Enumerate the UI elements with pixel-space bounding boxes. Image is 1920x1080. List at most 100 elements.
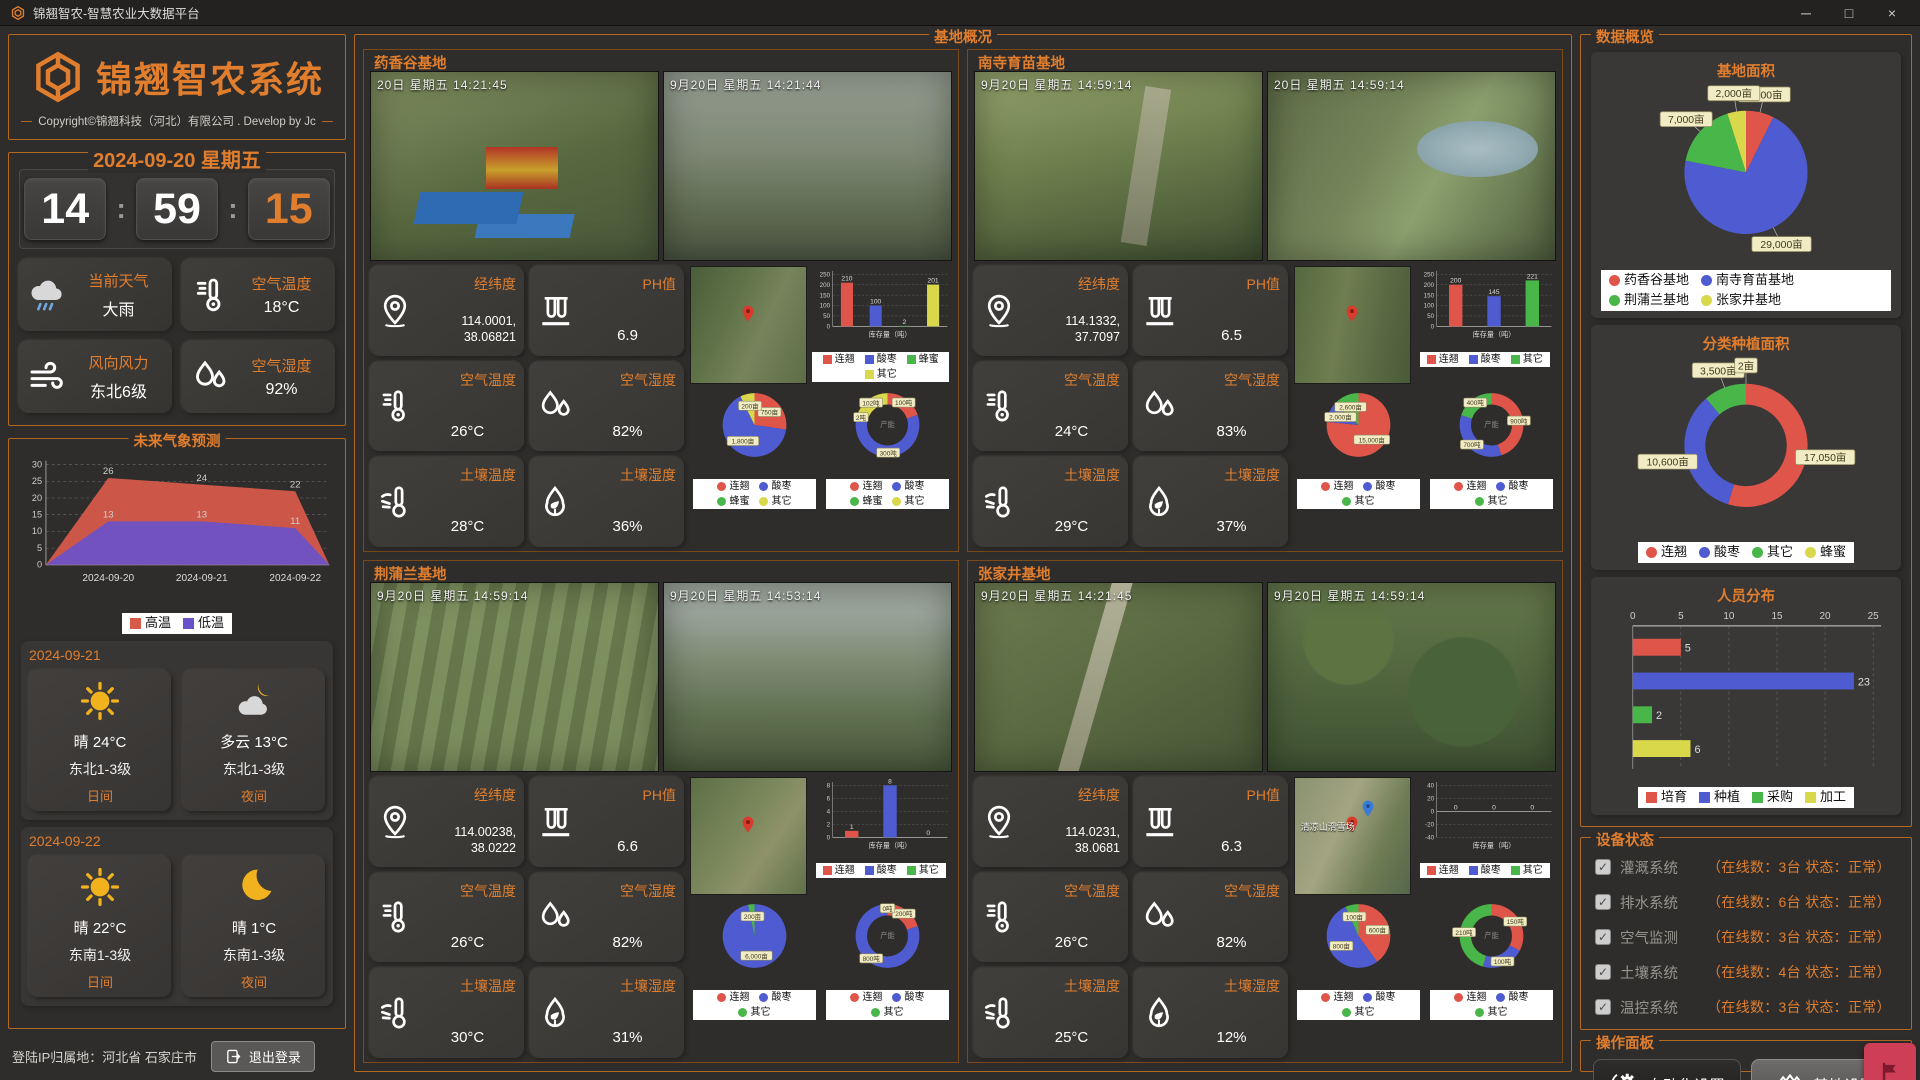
svg-text:2亩: 2亩 — [1738, 359, 1754, 372]
device-checkbox[interactable]: ✓ — [1595, 859, 1611, 875]
sensor-label: PH值 — [579, 785, 676, 805]
chart-legend: 连翘酸枣蜂蜜其它 — [826, 479, 950, 509]
svg-text:100: 100 — [1423, 303, 1434, 310]
sensor-value: 114.00238, 38.0222 — [419, 825, 516, 856]
video-feed[interactable]: 9月20日 星期五 14:59:14 — [974, 71, 1263, 261]
device-checkbox[interactable]: ✓ — [1595, 929, 1611, 945]
sensor-card: 空气湿度 82% — [1134, 873, 1288, 963]
sensor-card: PH值 6.6 — [530, 777, 684, 867]
svg-text:产能: 产能 — [880, 931, 894, 940]
title-bar: 锦翘智农-智慧农业大数据平台 ─ □ × — [0, 0, 1920, 26]
svg-text:0: 0 — [1530, 804, 1534, 811]
forecast-card: 晴 1°C 东南1-3级 夜间 — [183, 856, 325, 997]
svg-text:15: 15 — [32, 510, 42, 520]
video-feed[interactable]: 20日 星期五 14:21:45 — [370, 71, 659, 261]
clock-separator: : — [228, 193, 237, 225]
base-overview-title: 基地概况 — [929, 26, 997, 47]
svg-text:750亩: 750亩 — [761, 408, 779, 417]
device-name: 土壤系统 — [1620, 962, 1698, 983]
device-row: ✓ 灌溉系统 （在线数：3台 状态：正常） — [1589, 850, 1903, 885]
video-feed[interactable]: 9月20日 星期五 14:21:44 — [663, 71, 952, 261]
soil-moisture-icon — [536, 994, 574, 1032]
date-header: 2024-09-20 星期五 — [88, 144, 266, 173]
automation-settings-button[interactable]: 自动化设置 — [1593, 1059, 1741, 1080]
sensor-label: 土壤温度 — [1023, 976, 1120, 996]
logout-button[interactable]: 退出登录 — [211, 1041, 315, 1072]
weather-label: 当前天气 — [73, 270, 164, 291]
video-feed[interactable]: 9月20日 星期五 14:53:14 — [663, 582, 952, 772]
weather-tile: 空气温度 18°C — [182, 259, 335, 331]
weather-value: 18°C — [236, 299, 327, 317]
svg-text:800吨: 800吨 — [863, 954, 881, 963]
close-button[interactable]: × — [1874, 5, 1910, 21]
video-feed[interactable]: 20日 星期五 14:59:14 — [1267, 71, 1556, 261]
sensor-value: 26°C — [419, 423, 516, 442]
device-checkbox[interactable]: ✓ — [1595, 999, 1611, 1015]
logo-panel: 锦翘智农系统 Copyright©锦翘科技（河北）有限公司 . Develop … — [8, 34, 346, 140]
svg-text:0吨: 0吨 — [882, 904, 893, 913]
sensor-value: 24°C — [1023, 423, 1120, 442]
forecast-card: 晴 24°C 东北1-3级 日间 — [29, 670, 171, 811]
svg-text:6: 6 — [826, 795, 830, 802]
device-row: ✓ 空气监测 （在线数：3台 状态：正常） — [1589, 920, 1903, 955]
inventory-bar-chart: 050100150200250200145221库存量（吨）连翘酸枣其它 — [1414, 266, 1556, 384]
humidity-icon — [1140, 898, 1178, 936]
base-panel: 荆蒲兰基地 9月20日 星期五 14:59:14 9月20日 星期五 14:53… — [363, 560, 959, 1063]
satellite-map[interactable]: 清凉山滑雪场 — [1294, 777, 1411, 895]
device-row: ✓ 土壤系统 （在线数：4台 状态：正常） — [1589, 955, 1903, 990]
location-pin-icon — [980, 803, 1018, 841]
video-timestamp: 9月20日 星期五 14:59:14 — [1274, 587, 1425, 604]
brand-name: 锦翘智农系统 — [96, 51, 324, 103]
device-checkbox[interactable]: ✓ — [1595, 894, 1611, 910]
device-list: ✓ 灌溉系统 （在线数：3台 状态：正常） ✓ 排水系统 （在线数：6台 状态：… — [1589, 850, 1903, 1025]
sensor-value: 12% — [1183, 1029, 1280, 1048]
minimize-button[interactable]: ─ — [1788, 5, 1824, 21]
base-area-pie-chart: 3,000亩29,000亩7,000亩2,000亩药香谷基地南寺育苗基地荆蒲兰基… — [1597, 83, 1895, 311]
svg-text:-20: -20 — [1425, 821, 1435, 828]
sensor-card: PH值 6.3 — [1134, 777, 1288, 867]
svg-text:15,000亩: 15,000亩 — [1359, 435, 1386, 444]
device-name: 温控系统 — [1620, 997, 1698, 1018]
button-label: 自动化设置 — [1647, 1074, 1725, 1080]
sensor-card: 土壤温度 25°C — [974, 968, 1128, 1058]
satellite-map[interactable] — [1294, 266, 1411, 384]
sensor-value: 37% — [1183, 518, 1280, 537]
svg-text:1: 1 — [849, 824, 853, 831]
base-panel: 药香谷基地 20日 星期五 14:21:45 9月20日 星期五 14:21:4… — [363, 49, 959, 552]
sensor-value: 26°C — [1023, 934, 1120, 953]
planting-area-pie-chart: 6,000亩200亩连翘酸枣其它 — [690, 895, 819, 1058]
svg-text:2: 2 — [1656, 710, 1662, 722]
control-button-grid: 自动化设置 基地设置 用户设置 系统设置 — [1585, 1051, 1907, 1080]
video-feed[interactable]: 9月20日 星期五 14:21:45 — [974, 582, 1263, 772]
video-timestamp: 9月20日 星期五 14:59:14 — [377, 587, 528, 604]
sensor-card: 经纬度 114.0001, 38.06821 — [370, 266, 524, 356]
video-feed[interactable]: 9月20日 星期五 14:59:14 — [1267, 582, 1556, 772]
svg-text:-40: -40 — [1425, 834, 1435, 841]
soil-moisture-icon — [1140, 994, 1178, 1032]
automation-gears-icon — [1609, 1070, 1639, 1080]
satellite-map[interactable] — [690, 266, 807, 384]
air-thermometer-icon — [376, 387, 414, 425]
svg-text:29,000亩: 29,000亩 — [1760, 238, 1802, 251]
soil-thermometer-icon — [980, 994, 1018, 1032]
maximize-button[interactable]: □ — [1831, 5, 1867, 21]
sensor-label: 土壤温度 — [419, 465, 516, 485]
app-window: 锦翘智农-智慧农业大数据平台 ─ □ × 锦翘智农系统 Copyright©锦翘… — [0, 0, 1920, 1080]
video-feed[interactable]: 9月20日 星期五 14:59:14 — [370, 582, 659, 772]
satellite-map[interactable] — [690, 777, 807, 895]
weather-tile: 当前天气 大雨 — [19, 259, 172, 331]
device-checkbox[interactable]: ✓ — [1595, 964, 1611, 980]
plant-area-donut-chart: 17,050亩10,600亩3,500亩2亩连翘酸枣其它蜂蜜 — [1597, 356, 1895, 564]
inventory-bar-chart: 0501001502002502101002201库存量（吨）连翘酸枣蜂蜜其它 — [810, 266, 952, 384]
forecast-wind: 东南1-3级 — [187, 945, 321, 965]
flag-badge[interactable] — [1864, 1043, 1916, 1080]
sensor-label: 空气温度 — [419, 370, 516, 390]
sensor-label: 空气温度 — [419, 881, 516, 901]
svg-text:20: 20 — [1820, 611, 1832, 622]
svg-text:25: 25 — [32, 476, 42, 486]
sensor-value: 6.5 — [1183, 327, 1280, 346]
svg-text:0: 0 — [1492, 804, 1496, 811]
forecast-card: 晴 22°C 东南1-3级 日间 — [29, 856, 171, 997]
svg-text:6: 6 — [1694, 744, 1700, 756]
rain-cloud-icon — [27, 275, 67, 315]
